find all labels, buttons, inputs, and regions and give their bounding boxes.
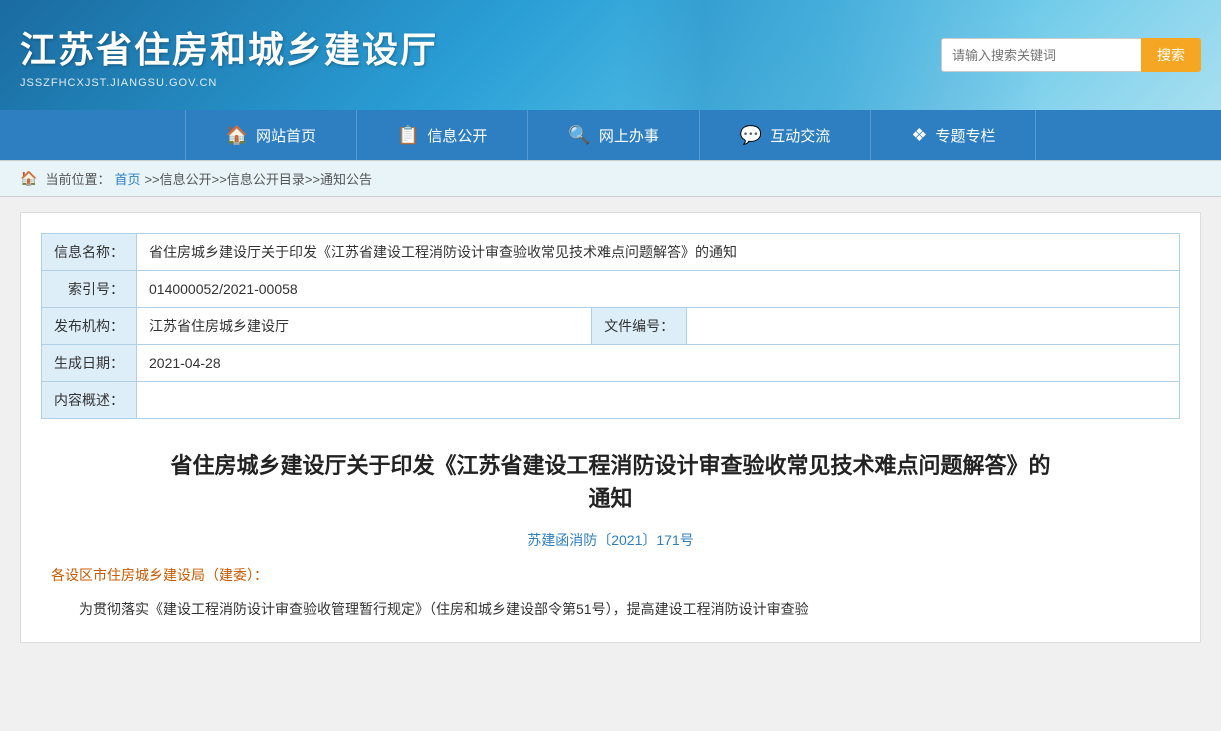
nav-item-info[interactable]: 📋 信息公开: [357, 110, 528, 160]
breadcrumb-home-icon: 🏠: [20, 170, 37, 187]
article-title-line2: 通知: [81, 482, 1140, 515]
article-recipients: 各设区市住房城乡建设局（建委）：: [41, 565, 1180, 585]
nav-label-info: 信息公开: [427, 125, 487, 146]
nav-label-home: 网站首页: [256, 125, 316, 146]
nav-label-special: 专题专栏: [935, 125, 995, 146]
nav-label-interact: 互动交流: [770, 125, 830, 146]
info-icon: 📋: [397, 125, 419, 146]
value-info-name: 省住房城乡建设厅关于印发《江苏省建设工程消防设计审查验收常见技术难点问题解答》的…: [137, 234, 1180, 271]
main-nav: 🏠 网站首页 📋 信息公开 🔍 网上办事 💬 互动交流 ❖ 专题专栏: [0, 110, 1221, 160]
home-icon: 🏠: [226, 125, 248, 146]
label-org: 发布机构：: [42, 308, 137, 345]
nav-item-special[interactable]: ❖ 专题专栏: [871, 110, 1036, 160]
label-info-name: 信息名称：: [42, 234, 137, 271]
nav-item-online[interactable]: 🔍 网上办事: [528, 110, 699, 160]
label-index: 索引号：: [42, 271, 137, 308]
interact-icon: 💬: [740, 125, 762, 146]
breadcrumb-home-link[interactable]: 首页: [114, 169, 140, 188]
special-icon: ❖: [911, 125, 927, 146]
table-row-index: 索引号： 014000052/2021-00058: [42, 271, 1180, 308]
site-title: 江苏省住房和城乡建设厅: [20, 21, 438, 73]
table-row-title: 信息名称： 省住房城乡建设厅关于印发《江苏省建设工程消防设计审查验收常见技术难点…: [42, 234, 1180, 271]
nav-label-online: 网上办事: [599, 125, 659, 146]
value-org: 江苏省住房城乡建设厅: [137, 308, 592, 345]
article-doc-num: 苏建函消防〔2021〕171号: [41, 530, 1180, 550]
table-row-date: 生成日期： 2021-04-28: [42, 345, 1180, 382]
nav-item-home[interactable]: 🏠 网站首页: [185, 110, 357, 160]
main-content: 信息名称： 省住房城乡建设厅关于印发《江苏省建设工程消防设计审查验收常见技术难点…: [20, 212, 1201, 643]
header: 江苏省住房和城乡建设厅 JSSZFHCXJST.JIANGSU.GOV.CN 搜…: [0, 0, 1221, 110]
nav-item-interact[interactable]: 💬 互动交流: [700, 110, 871, 160]
breadcrumb-current-label: 当前位置：: [45, 169, 110, 188]
online-icon: 🔍: [568, 125, 590, 146]
search-button[interactable]: 搜索: [1141, 38, 1201, 72]
table-row-summary: 内容概述：: [42, 382, 1180, 419]
site-url: JSSZFHCXJST.JIANGSU.GOV.CN: [20, 77, 438, 89]
label-date: 生成日期：: [42, 345, 137, 382]
table-row-org: 发布机构： 江苏省住房城乡建设厅 文件编号：: [42, 308, 1180, 345]
article-body: 为贯彻落实《建设工程消防设计审查验收管理暂行规定》（住房和城乡建设部令第51号）…: [41, 597, 1180, 622]
breadcrumb: 🏠 当前位置： 首页 >>信息公开>>信息公开目录>>通知公告: [0, 160, 1221, 197]
breadcrumb-path: >>信息公开>>信息公开目录>>通知公告: [144, 169, 372, 188]
info-table: 信息名称： 省住房城乡建设厅关于印发《江苏省建设工程消防设计审查验收常见技术难点…: [41, 233, 1180, 419]
value-date: 2021-04-28: [137, 345, 1180, 382]
header-left: 江苏省住房和城乡建设厅 JSSZFHCXJST.JIANGSU.GOV.CN: [20, 21, 438, 89]
value-summary: [137, 382, 1180, 419]
search-area: 搜索: [941, 38, 1201, 72]
search-input[interactable]: [941, 38, 1141, 72]
value-index: 014000052/2021-00058: [137, 271, 1180, 308]
article-title-line1: 省住房城乡建设厅关于印发《江苏省建设工程消防设计审查验收常见技术难点问题解答》的: [81, 449, 1140, 482]
value-file-num: [687, 308, 1180, 345]
article-title: 省住房城乡建设厅关于印发《江苏省建设工程消防设计审查验收常见技术难点问题解答》的…: [81, 449, 1140, 515]
label-summary: 内容概述：: [42, 382, 137, 419]
label-file-num: 文件编号：: [592, 308, 687, 345]
